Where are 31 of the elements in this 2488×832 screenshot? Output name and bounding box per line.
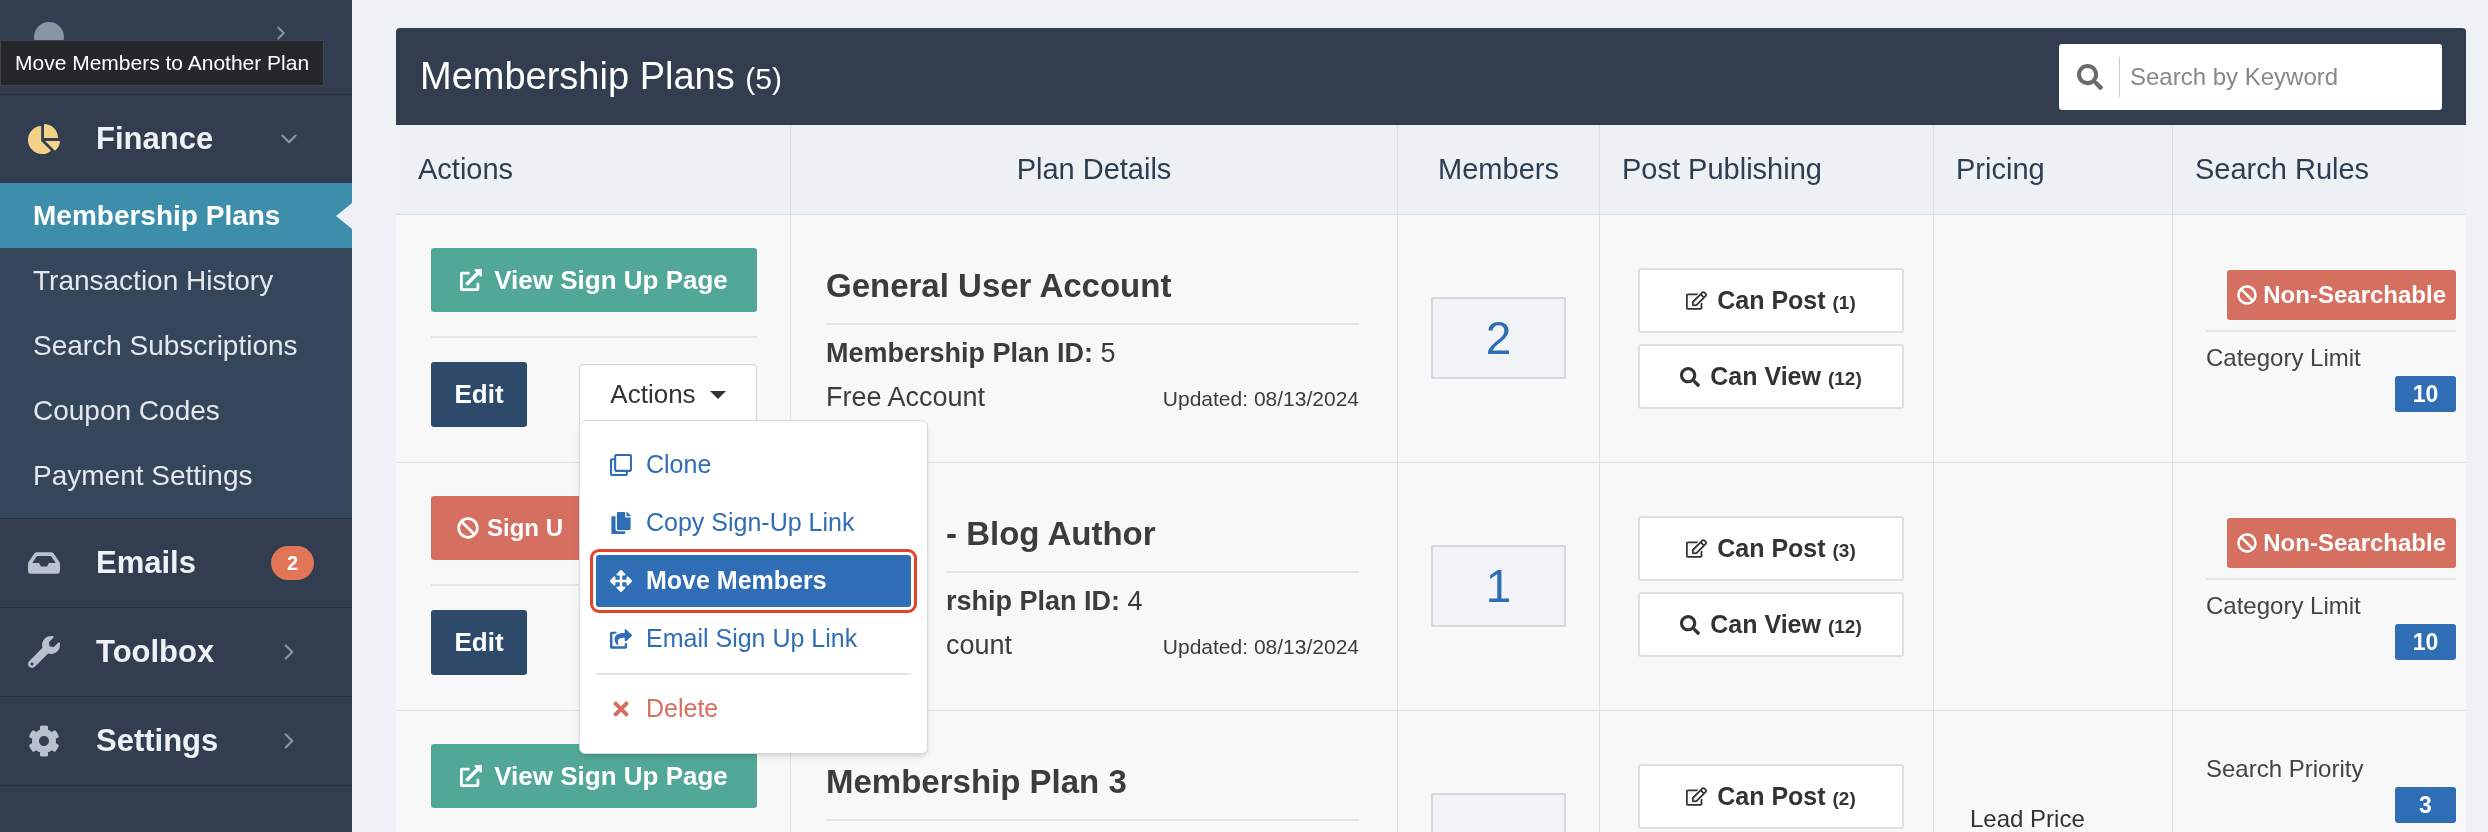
plan-title: General User Account bbox=[826, 261, 1359, 325]
column-header: Pricing bbox=[1956, 151, 2045, 187]
updated-date: Updated: 08/13/2024 bbox=[1162, 634, 1359, 660]
rule-label: Category Limit bbox=[2206, 343, 2362, 373]
column-header: Actions bbox=[418, 151, 514, 187]
rule-value-badge: 3 bbox=[2395, 787, 2456, 823]
status-badge: Non-Searchable bbox=[2227, 518, 2456, 568]
column-header: Members bbox=[1438, 151, 1559, 187]
pricing-label: Lead Price bbox=[1970, 804, 2086, 832]
status-badge: Non-Searchable bbox=[2227, 270, 2456, 320]
column-header: Search Rules bbox=[2195, 151, 2370, 187]
count-badge: 2 bbox=[270, 546, 314, 580]
rule-label: Search Priority bbox=[2206, 754, 2365, 784]
account-type: Free Account bbox=[826, 381, 986, 414]
section-label: Finance bbox=[96, 119, 214, 158]
tooltip: Move Members to Another Plan bbox=[0, 40, 325, 86]
rule-value-badge: 10 bbox=[2395, 376, 2456, 412]
column-header: Post Publishing bbox=[1622, 151, 1822, 187]
section-label: Settings bbox=[96, 721, 219, 760]
plan-title: - Blog Author bbox=[946, 509, 1359, 573]
panel-title: Membership Plans (5) bbox=[420, 54, 782, 99]
account-type: count bbox=[946, 629, 1013, 662]
column-header: Plan Details bbox=[1016, 151, 1172, 187]
plan-id: rship Plan ID: 4 bbox=[946, 584, 1144, 618]
rule-label: Category Limit bbox=[2206, 591, 2362, 621]
updated-date: Updated: 08/13/2024 bbox=[1162, 386, 1359, 412]
plan-title: Membership Plan 3 bbox=[826, 757, 1359, 821]
plan-id: Membership Plan ID: 5 bbox=[826, 336, 1117, 370]
rule-value-badge: 10 bbox=[2395, 624, 2456, 660]
section-label: Emails bbox=[96, 543, 196, 582]
section-label: Toolbox bbox=[96, 632, 215, 671]
